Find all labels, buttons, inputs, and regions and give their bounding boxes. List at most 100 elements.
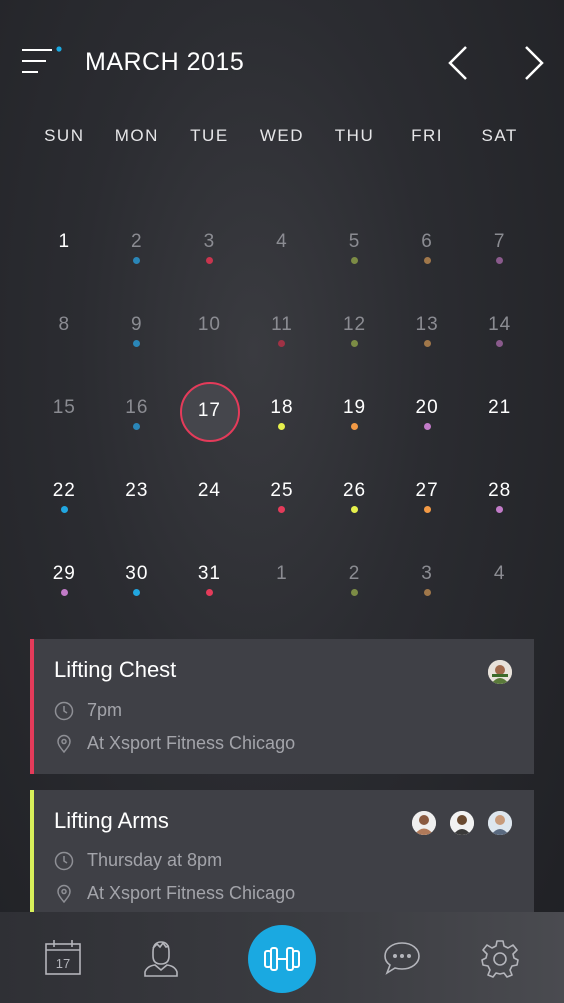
event-indicator-dot — [133, 423, 141, 430]
event-indicator-dot — [423, 257, 431, 264]
menu-icon[interactable] — [20, 46, 64, 78]
calendar-day[interactable]: 1 — [246, 532, 319, 615]
calendar-day[interactable]: 2 — [101, 200, 174, 283]
calendar-day[interactable]: 4 — [463, 532, 536, 615]
weekday-label: FRI — [411, 126, 444, 145]
weekday-label: TUE — [190, 126, 229, 145]
attendee-avatars — [474, 660, 512, 684]
day-number: 3 — [203, 231, 216, 252]
event-indicator-dot — [133, 340, 141, 347]
calendar-day[interactable]: 14 — [463, 283, 536, 366]
avatar[interactable] — [488, 811, 512, 835]
calendar-day[interactable]: 21 — [463, 366, 536, 449]
event-card[interactable]: Lifting Chest 7pm At Xsport Fitness Chic… — [30, 639, 534, 774]
day-number: 25 — [270, 480, 294, 501]
calendar-day[interactable]: 18 — [246, 366, 319, 449]
calendar-day[interactable]: 23 — [101, 449, 174, 532]
calendar-day[interactable]: 5 — [318, 200, 391, 283]
event-time: Thursday at 8pm — [87, 850, 223, 870]
calendar-day[interactable]: 30 — [101, 532, 174, 615]
event-location-row: At Xsport Fitness Chicago — [54, 733, 295, 754]
event-indicator-dot — [351, 423, 359, 430]
month-title: MARCH 2015 — [85, 48, 245, 76]
calendar-day[interactable]: 3 — [391, 532, 464, 615]
calendar-day[interactable]: 22 — [28, 449, 101, 532]
calendar-day[interactable]: 27 — [391, 449, 464, 532]
day-number: 15 — [52, 397, 76, 418]
calendar-day[interactable]: 25 — [246, 449, 319, 532]
calendar-day[interactable]: 3 — [173, 200, 246, 283]
day-number: 9 — [131, 314, 143, 335]
dumbbell-button[interactable] — [248, 925, 316, 993]
event-indicator-dot — [278, 423, 286, 430]
calendar-day[interactable]: 7 — [463, 200, 536, 283]
event-indicator-dot — [278, 506, 286, 513]
day-number: 17 — [197, 400, 221, 421]
calendar-day[interactable]: 6 — [391, 200, 464, 283]
calendar-day[interactable]: 13 — [391, 283, 464, 366]
avatar[interactable] — [488, 660, 512, 684]
weekday-label: THU — [334, 126, 375, 145]
calendar-day[interactable]: 9 — [101, 283, 174, 366]
event-indicator-dot — [351, 257, 359, 264]
calendar-day[interactable]: 11 — [246, 283, 319, 366]
event-indicator-dot — [423, 589, 431, 596]
calendar-week-row: 8 9 10 11 12 13 14 — [28, 283, 536, 366]
calendar-day[interactable]: 1 — [28, 200, 101, 283]
day-number: 6 — [421, 231, 433, 252]
clock-icon — [54, 701, 74, 720]
calendar-day[interactable]: 15 — [28, 366, 101, 449]
calendar-day[interactable]: 31 — [173, 532, 246, 615]
event-title: Lifting Chest — [54, 657, 177, 682]
avatar[interactable] — [412, 811, 436, 835]
event-indicator-dot — [60, 506, 68, 513]
calendar-day[interactable]: 24 — [173, 449, 246, 532]
day-number: 1 — [58, 231, 71, 252]
event-indicator-dot — [351, 340, 359, 347]
chat-icon[interactable] — [382, 938, 422, 978]
tab-bar: 17 — [0, 912, 564, 1003]
weekday-label: SAT — [481, 126, 518, 145]
calendar-day[interactable]: 19 — [318, 366, 391, 449]
calendar-day[interactable]: 4 — [246, 200, 319, 283]
calendar-day[interactable]: 2 — [318, 532, 391, 615]
event-time: 7pm — [87, 700, 123, 720]
event-card[interactable]: Lifting Arms Thursday at 8pm At Xsport F… — [30, 790, 534, 912]
event-color-stripe — [30, 790, 34, 912]
day-number: 5 — [348, 231, 361, 252]
dumbbell-icon — [264, 947, 300, 971]
calendar-day-number: 17 — [56, 956, 70, 971]
calendar-icon[interactable]: 17 — [43, 938, 83, 978]
chevron-right-icon[interactable] — [516, 44, 548, 82]
event-indicator-dot — [423, 506, 431, 513]
day-number: 31 — [197, 563, 221, 584]
avatar[interactable] — [450, 811, 474, 835]
calendar-week-row: 1 2 3 4 5 6 7 — [28, 200, 536, 283]
calendar-day[interactable]: 28 — [463, 449, 536, 532]
event-indicator-dot — [496, 257, 504, 264]
calendar-day[interactable]: 20 — [391, 366, 464, 449]
calendar-week-row: 29 30 31 1 2 3 4 — [28, 532, 536, 615]
calendar-day[interactable]: 26 — [318, 449, 391, 532]
day-number: 20 — [415, 397, 439, 418]
calendar-week-row: 15 16 17 18 19 20 21 — [28, 366, 536, 449]
day-number: 4 — [276, 231, 288, 252]
calendar-day[interactable]: 10 — [173, 283, 246, 366]
calendar-day[interactable]: 8 — [28, 283, 101, 366]
calendar-day-selected[interactable]: 17 — [173, 366, 246, 449]
day-number: 12 — [342, 314, 367, 335]
profile-icon[interactable] — [141, 938, 181, 978]
settings-icon[interactable] — [480, 938, 520, 978]
calendar-day[interactable]: 16 — [101, 366, 174, 449]
weekday-header: SUN MON TUE WED THU FRI SAT — [28, 126, 536, 146]
event-indicator-dot — [205, 257, 213, 264]
day-number: 1 — [276, 563, 288, 584]
clock-icon — [54, 851, 74, 870]
weekday-label: SUN — [44, 126, 85, 145]
day-number: 26 — [342, 480, 367, 501]
chevron-left-icon[interactable] — [444, 44, 476, 82]
day-number: 2 — [348, 563, 361, 584]
calendar-day[interactable]: 12 — [318, 283, 391, 366]
attendee-avatars — [398, 811, 512, 835]
calendar-day[interactable]: 29 — [28, 532, 101, 615]
